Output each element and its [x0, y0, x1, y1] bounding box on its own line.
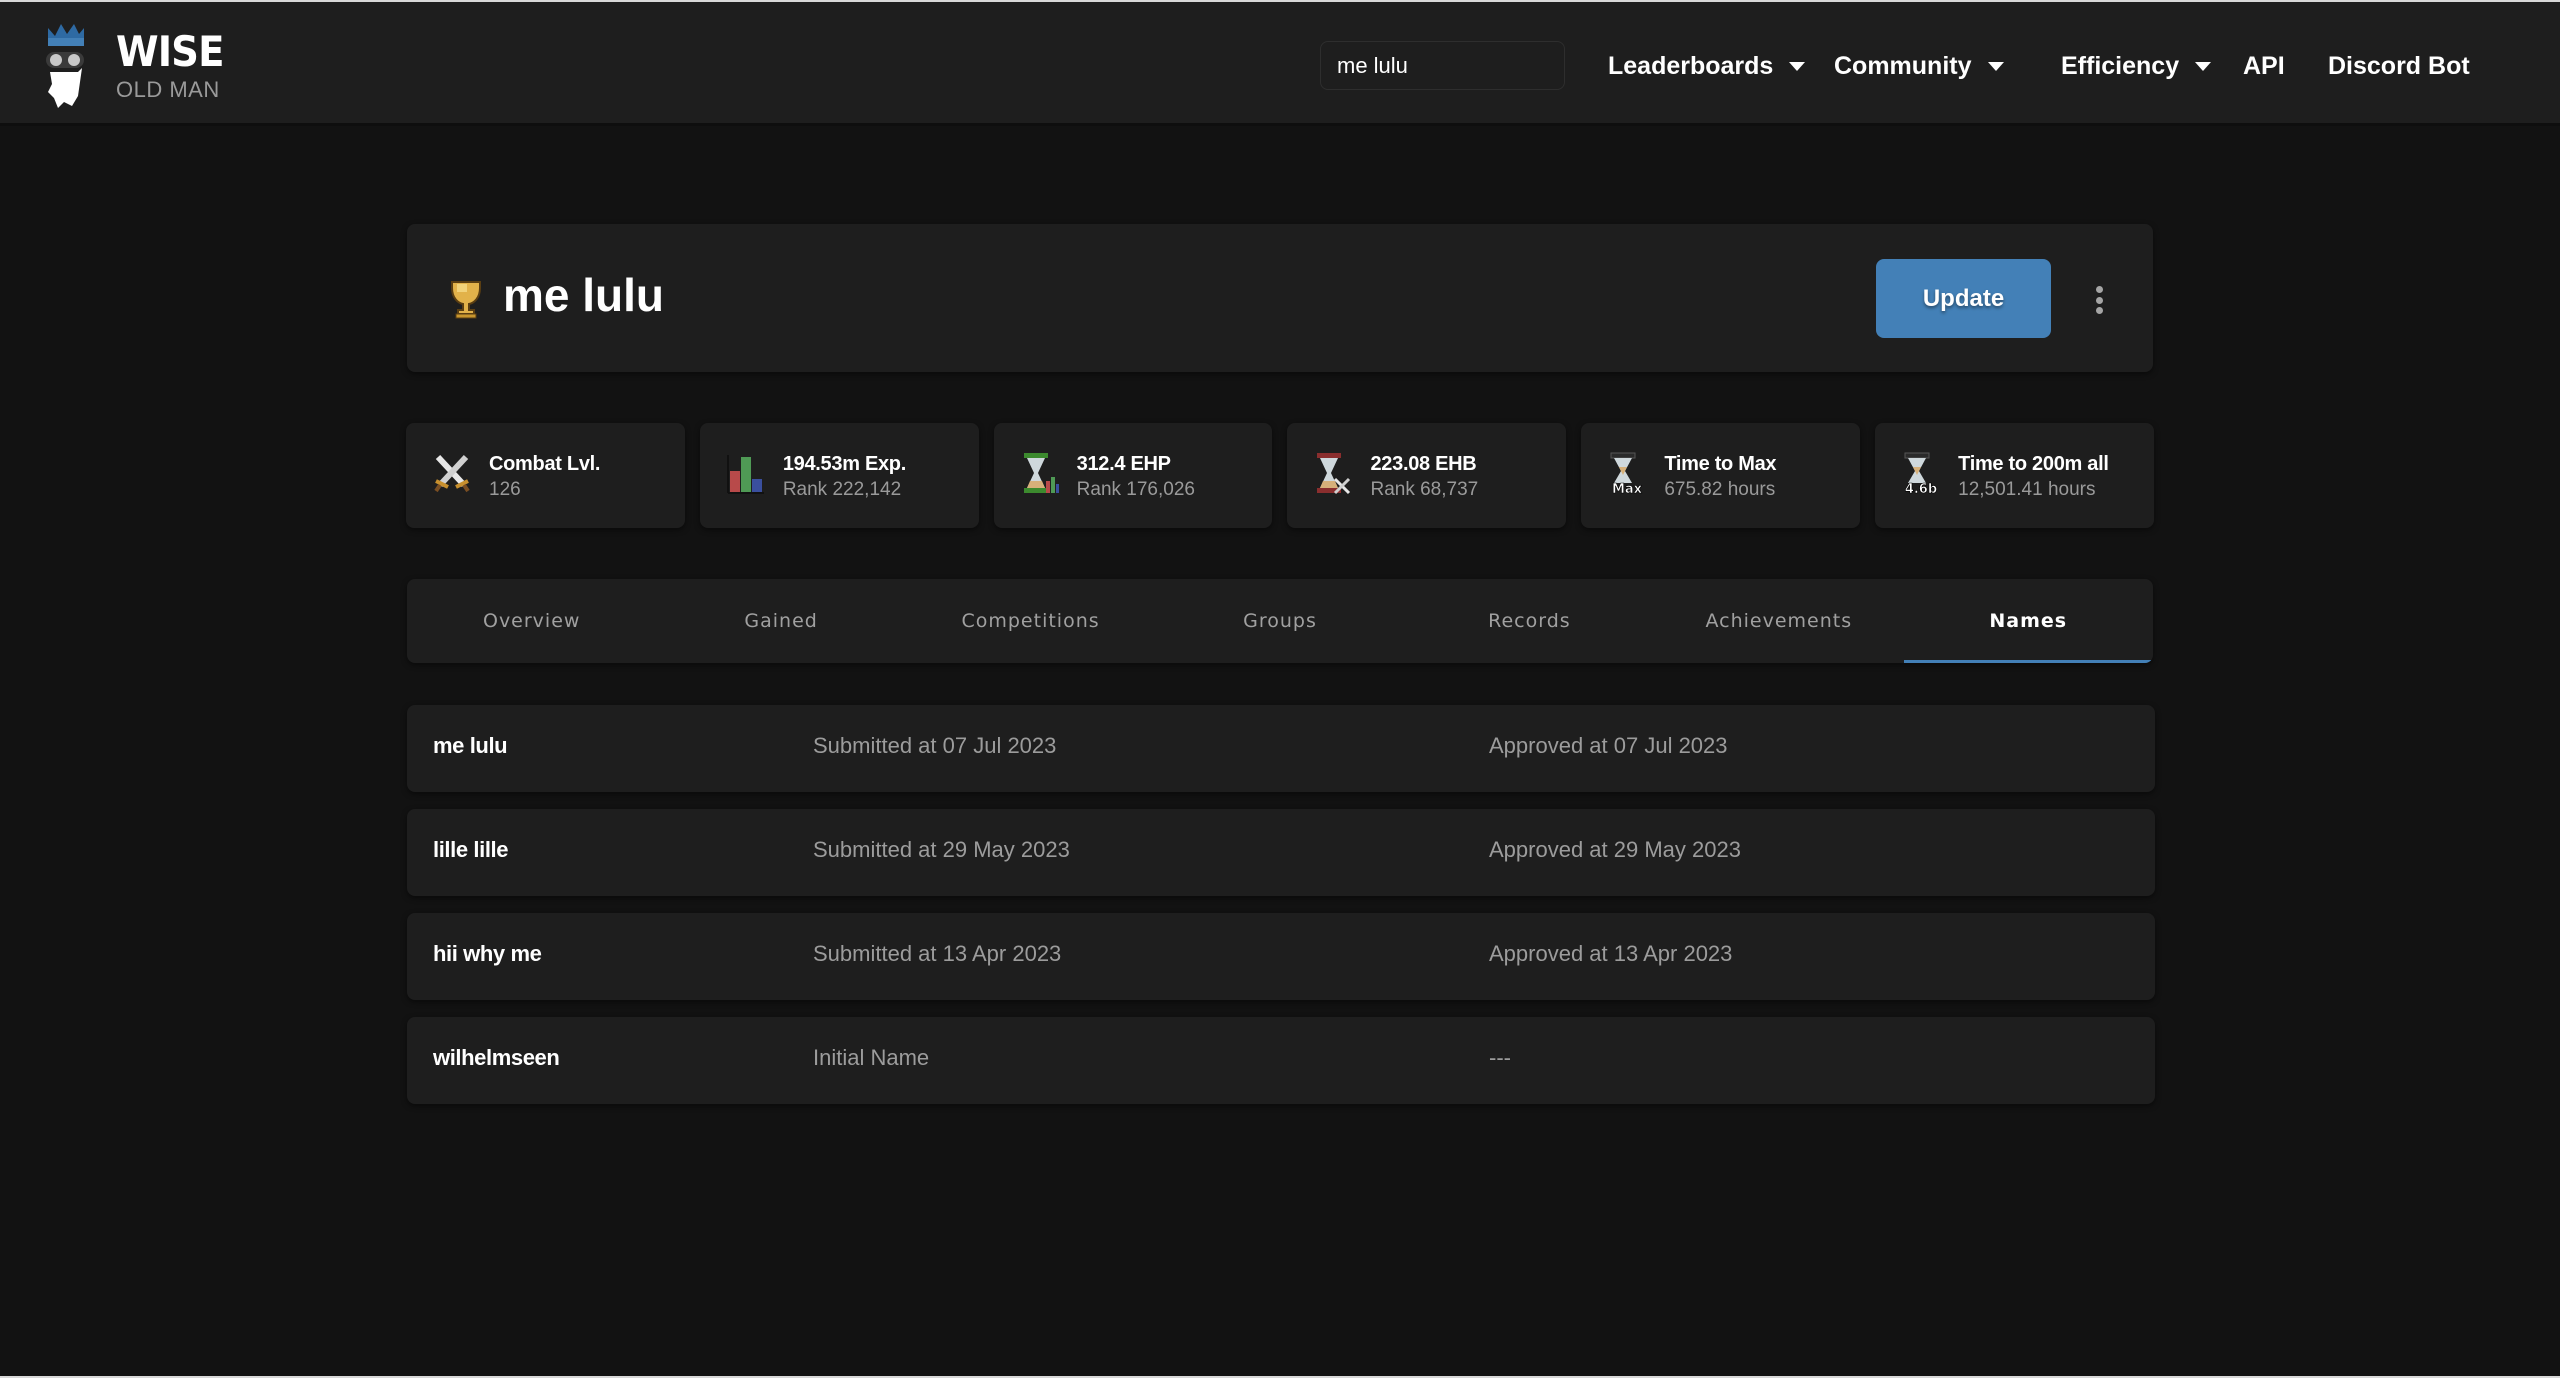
- bar-chart-icon: [726, 451, 766, 495]
- crossed-swords-icon: [432, 451, 472, 495]
- player-stats: Combat Lvl. 126 194.53m Exp. Rank 222,14…: [406, 423, 2154, 528]
- stat-card-ehb: 223.08 EHB Rank 68,737: [1287, 423, 1567, 528]
- submitted-date: Submitted at 07 Jul 2023: [813, 733, 1057, 758]
- logo-subtitle: OLD MAN: [116, 77, 220, 102]
- player-name-title: me lulu: [503, 269, 665, 321]
- stat-value: 675.82 hours: [1664, 479, 1776, 500]
- svg-text:4.6b: 4.6b: [1905, 482, 1937, 495]
- stat-value: 126: [489, 479, 521, 500]
- caret-down-icon: [2195, 61, 2212, 71]
- name-change-row: hii why me Submitted at 13 Apr 2023 Appr…: [407, 913, 2155, 1000]
- nav-efficiency-label: Efficiency: [2061, 51, 2180, 80]
- stat-title: Combat Lvl.: [489, 453, 601, 475]
- name-changes-list: me lulu Submitted at 07 Jul 2023 Approve…: [407, 705, 2155, 1121]
- nav-api[interactable]: API: [2243, 52, 2328, 81]
- stat-title: 194.53m Exp.: [782, 453, 906, 475]
- update-button[interactable]: Update: [1876, 259, 2051, 338]
- nav-community[interactable]: Community: [1834, 52, 2061, 81]
- approved-date: Approved at 29 May 2023: [1489, 837, 1741, 862]
- tab-groups[interactable]: Groups: [1155, 579, 1404, 663]
- tab-overview[interactable]: Overview: [407, 579, 656, 663]
- stat-rank: Rank 222,142: [782, 479, 902, 500]
- nav-api-label: API: [2243, 51, 2285, 80]
- home-logo-link[interactable]: WISE OLD MAN: [44, 20, 233, 112]
- approved-date: Approved at 07 Jul 2023: [1489, 733, 1728, 758]
- hourglass-ehp-icon: [1020, 451, 1060, 495]
- trophy-icon: [449, 280, 483, 320]
- name-value: wilhelmseen: [433, 1045, 560, 1070]
- svg-text:Max: Max: [1612, 482, 1643, 495]
- nav-leaderboards[interactable]: Leaderboards: [1608, 52, 1834, 81]
- approved-date: Approved at 13 Apr 2023: [1489, 941, 1733, 966]
- hourglass-200m-icon: 4.6b: [1901, 451, 1941, 497]
- nav-discord-bot[interactable]: Discord Bot: [2328, 52, 2470, 81]
- nav-efficiency[interactable]: Efficiency: [2061, 52, 2243, 81]
- stat-value: 12,501.41 hours: [1958, 479, 2096, 500]
- name-change-row: wilhelmseen Initial Name ---: [407, 1017, 2155, 1104]
- top-navbar: WISE OLD MAN /* placeholder set below */…: [0, 2, 2560, 126]
- stat-rank: Rank 176,026: [1076, 479, 1195, 500]
- submitted-date: Submitted at 29 May 2023: [813, 837, 1070, 862]
- stat-card-experience: 194.53m Exp. Rank 222,142: [699, 423, 979, 528]
- logo-title: WISE: [116, 27, 224, 76]
- submitted-date: Submitted at 13 Apr 2023: [813, 941, 1062, 966]
- stat-title: Time to Max: [1664, 453, 1777, 475]
- name-value: hii why me: [433, 941, 542, 966]
- stat-card-combat-level: Combat Lvl. 126: [406, 423, 685, 528]
- stat-card-time-to-max: Max Time to Max 675.82 hours: [1581, 423, 1861, 528]
- name-change-row: me lulu Submitted at 07 Jul 2023 Approve…: [407, 705, 2155, 792]
- hourglass-ehb-icon: [1313, 451, 1353, 495]
- player-header-card: me lulu Update: [407, 224, 2153, 372]
- stat-title: 312.4 EHP: [1076, 453, 1171, 475]
- tab-achievements[interactable]: Achievements: [1654, 579, 1903, 663]
- tab-names[interactable]: Names: [1903, 579, 2153, 663]
- hourglass-max-icon: Max: [1607, 451, 1647, 497]
- player-search-input[interactable]: [1320, 41, 1565, 90]
- main-nav: Leaderboards Community Efficiency API Di…: [1608, 42, 2470, 90]
- name-change-row: lille lille Submitted at 29 May 2023 App…: [407, 809, 2155, 896]
- stat-card-time-to-200m: 4.6b Time to 200m all 12,501.41 hours: [1875, 423, 2154, 528]
- stat-rank: Rank 68,737: [1370, 479, 1479, 500]
- nav-community-label: Community: [1834, 51, 1972, 80]
- approved-date: ---: [1489, 1045, 1511, 1070]
- wise-old-man-logo-icon: [44, 20, 86, 112]
- name-value: lille lille: [433, 837, 509, 862]
- stat-title: 223.08 EHB: [1370, 453, 1477, 475]
- submitted-date: Initial Name: [813, 1045, 930, 1070]
- nav-leaderboards-label: Leaderboards: [1608, 51, 1774, 80]
- stat-card-ehp: 312.4 EHP Rank 176,026: [993, 423, 1273, 528]
- tab-gained[interactable]: Gained: [656, 579, 905, 663]
- stat-title: Time to 200m all: [1958, 453, 2109, 475]
- caret-down-icon: [1987, 61, 2004, 71]
- more-options-icon[interactable]: [2087, 280, 2111, 320]
- nav-discord-bot-label: Discord Bot: [2328, 51, 2470, 80]
- caret-down-icon: [1789, 61, 1806, 71]
- tab-competitions[interactable]: Competitions: [906, 579, 1155, 663]
- tab-records[interactable]: Records: [1405, 579, 1654, 663]
- name-value: me lulu: [433, 733, 508, 758]
- player-tabs: Overview Gained Competitions Groups Reco…: [407, 579, 2153, 663]
